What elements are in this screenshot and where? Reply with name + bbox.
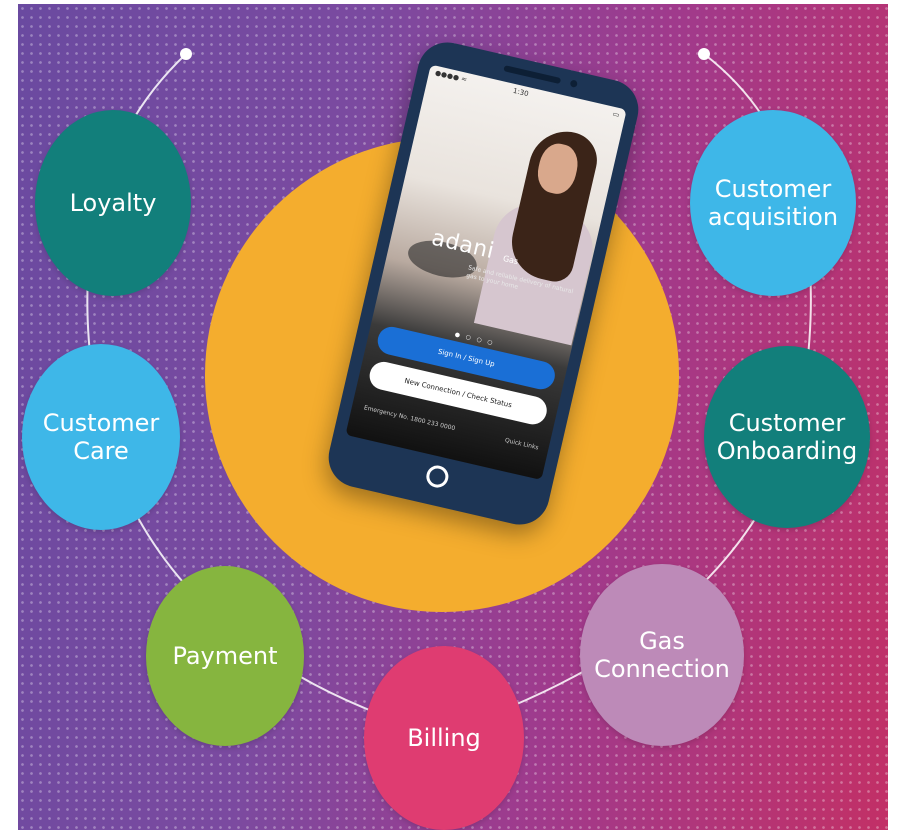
phone-camera (569, 79, 578, 88)
home-button[interactable] (424, 463, 451, 490)
gas-connection-label: Gas Connection (594, 627, 730, 683)
customer-acquisition-label: Customer acquisition (707, 175, 839, 231)
customer-care-bubble: Customer Care (22, 344, 180, 530)
orbit-start-dot-right (698, 48, 710, 60)
orbit-start-dot-left (180, 48, 192, 60)
loyalty-label: Loyalty (69, 189, 157, 217)
gas-connection-bubble: Gas Connection (580, 564, 744, 746)
customer-onboarding-label: Customer Onboarding (716, 409, 858, 465)
customer-acquisition-bubble: Customer acquisition (690, 110, 856, 296)
billing-bubble: Billing (364, 646, 524, 830)
billing-label: Billing (407, 724, 481, 752)
status-battery: ▭ (611, 109, 621, 120)
emergency-number: Emergency No. 1800 233 0000 (363, 404, 456, 433)
diagram-canvas: ●●●● ≈ 1:30 ▭ adani Gas Safe and reliabl… (18, 4, 888, 830)
phone-speaker (503, 65, 562, 85)
customer-care-label: Customer Care (42, 409, 160, 465)
loyalty-bubble: Loyalty (35, 110, 191, 296)
payment-bubble: Payment (146, 566, 304, 746)
status-time: 1:30 (512, 86, 530, 99)
payment-label: Payment (172, 642, 278, 670)
quick-links-link[interactable]: Quick Links (504, 437, 539, 452)
status-carrier: ●●●● ≈ (434, 68, 468, 84)
customer-onboarding-bubble: Customer Onboarding (704, 346, 870, 528)
